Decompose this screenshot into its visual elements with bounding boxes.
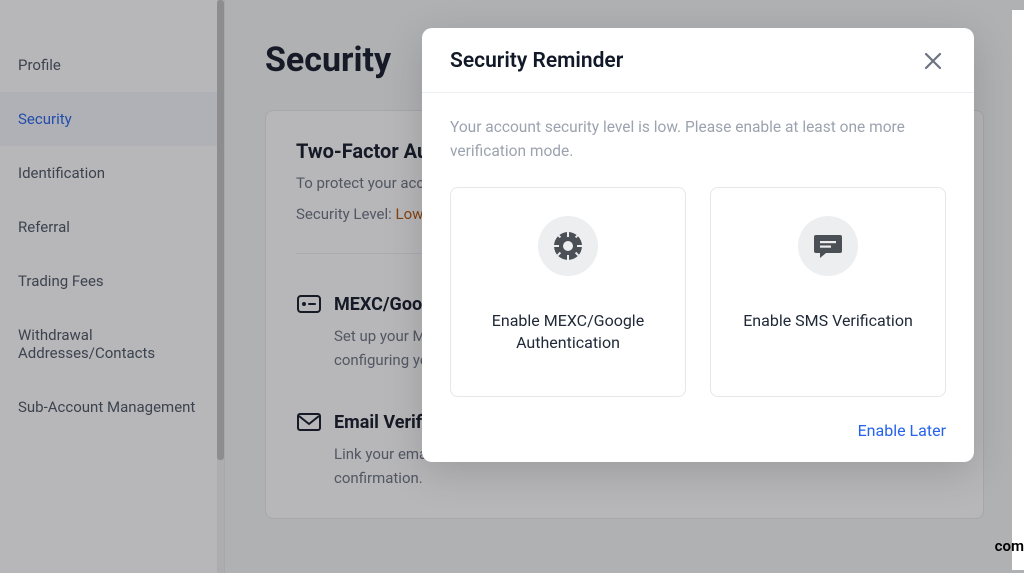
close-icon [924, 52, 942, 70]
enable-later-link[interactable]: Enable Later [858, 421, 946, 440]
sms-icon [798, 216, 858, 276]
option-sms-label: Enable SMS Verification [743, 310, 913, 332]
option-google-auth[interactable]: Enable MEXC/Google Authentication [450, 187, 686, 397]
option-sms-verification[interactable]: Enable SMS Verification [710, 187, 946, 397]
partial-text-com: com [995, 537, 1024, 555]
modal-title: Security Reminder [450, 49, 623, 73]
security-reminder-modal: Security Reminder Your account security … [422, 28, 974, 462]
modal-hint: Your account security level is low. Plea… [450, 115, 946, 163]
option-google-label: Enable MEXC/Google Authentication [469, 310, 667, 355]
authenticator-icon [538, 216, 598, 276]
right-edge-strip [1012, 10, 1024, 570]
close-button[interactable] [920, 48, 946, 74]
